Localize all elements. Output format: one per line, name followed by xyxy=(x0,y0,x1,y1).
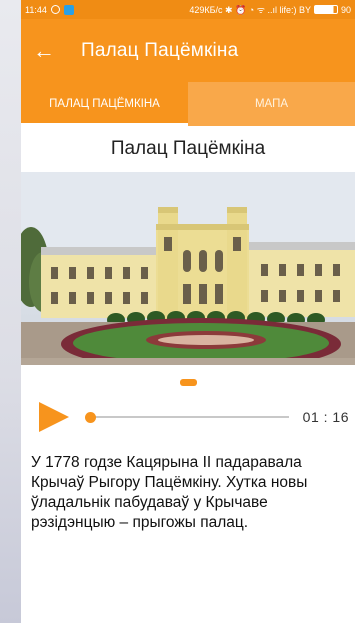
status-bar: 11:44 429КБ/с ✱ ⏰ ◔ ᯤ ..ıl life:) BY 90 xyxy=(21,0,355,19)
tab-bar: ПАЛАЦ ПАЦЁМКІНА МАПА xyxy=(21,82,355,126)
audio-player: 01 : 16 xyxy=(21,393,355,441)
play-icon[interactable] xyxy=(39,402,69,432)
description-text: У 1778 годзе Кацярына ІІ падаравала Крыч… xyxy=(31,454,308,531)
battery-icon xyxy=(313,5,338,14)
palace-image xyxy=(21,172,355,365)
tab-palace-label: ПАЛАЦ ПАЦЁМКІНА xyxy=(49,98,160,110)
phone-screen: 11:44 429КБ/с ✱ ⏰ ◔ ᯤ ..ıl life:) BY 90 … xyxy=(21,0,355,623)
content: Палац Пацёмкіна 01: 16 У 1778 годзе Кац… xyxy=(21,126,355,533)
app-notification-icon xyxy=(63,4,74,15)
notification-icon xyxy=(50,5,60,14)
tab-palace[interactable]: ПАЛАЦ ПАЦЁМКІНА xyxy=(21,82,188,126)
tab-map-label: МАПА xyxy=(254,98,289,110)
tab-map[interactable]: МАПА xyxy=(188,82,355,126)
status-time: 11:44 xyxy=(25,4,47,15)
arrow-left-icon[interactable]: ← xyxy=(33,39,69,62)
app-bar: ← Палац Пацёмкіна xyxy=(21,19,355,82)
place-title: Палац Пацёмкіна xyxy=(110,138,266,159)
carousel-indicator xyxy=(21,365,355,393)
palace-photo[interactable] xyxy=(21,172,355,365)
battery-level: 90 xyxy=(340,4,351,15)
seek-track xyxy=(87,416,289,418)
network-info: 429КБ/с ✱ ⏰ ◔ ᯤ ..ıl life:) BY xyxy=(189,5,311,15)
seek-bar[interactable] xyxy=(85,407,295,427)
app-bar-title: Палац Пацёмкіна xyxy=(81,39,239,61)
audio-duration: 01 : 16 xyxy=(302,409,349,425)
carousel-dot-active[interactable] xyxy=(179,379,197,386)
seek-thumb[interactable] xyxy=(85,411,96,423)
